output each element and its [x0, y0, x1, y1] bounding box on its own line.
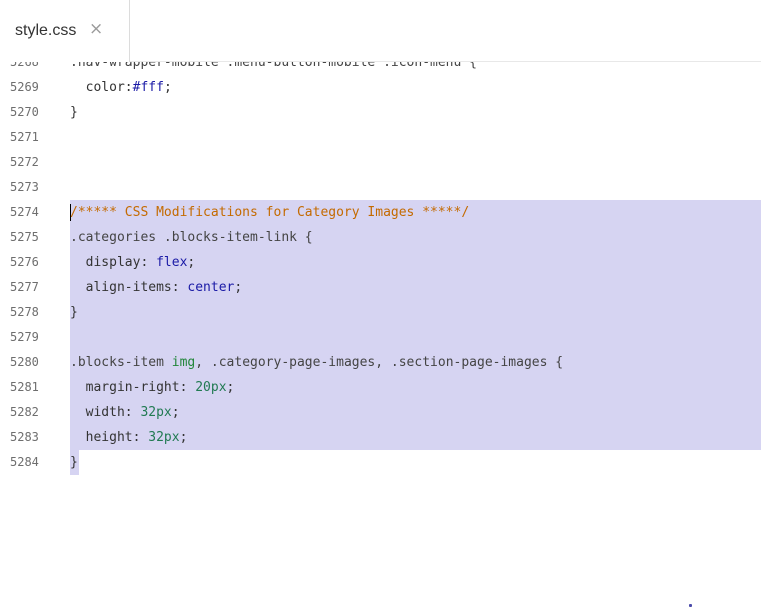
- line-number: 5268: [10, 62, 39, 69]
- code-line[interactable]: 5272: [0, 150, 761, 175]
- code-text[interactable]: margin-right: 20px;: [70, 375, 235, 400]
- line-number: 5269: [10, 80, 39, 94]
- code-line[interactable]: 5268 .nav-wrapper-mobile .menu-button-mob…: [0, 62, 761, 75]
- selection-highlight: [70, 300, 761, 325]
- code-token: #fff: [132, 80, 164, 95]
- code-text[interactable]: color:#fff;: [70, 75, 172, 100]
- code-token: .nav-wrapper-mobile .menu-button-mobile …: [70, 62, 477, 70]
- line-number: 5281: [10, 380, 39, 394]
- code-token: img: [171, 355, 196, 370]
- code-line[interactable]: 5283 height: 32px;: [0, 425, 761, 450]
- code-line[interactable]: 5276 display: flex;: [0, 250, 761, 275]
- code-text[interactable]: }: [70, 300, 78, 325]
- code-line[interactable]: 5273: [0, 175, 761, 200]
- code-line[interactable]: 5269 color:#fff;: [0, 75, 761, 100]
- line-number: 5284: [10, 455, 39, 469]
- code-token: , .category-page-images, .section-page-i…: [195, 355, 564, 370]
- code-token: 32px: [148, 430, 180, 445]
- code-text[interactable]: }: [70, 100, 78, 125]
- code-line[interactable]: 5279: [0, 325, 761, 350]
- close-icon[interactable]: ×: [89, 19, 103, 39]
- code-token: display:: [70, 255, 157, 270]
- code-token: ;: [179, 430, 188, 445]
- code-token: color:: [70, 80, 133, 95]
- code-token: }: [70, 305, 78, 320]
- text-cursor: [70, 204, 71, 221]
- line-number: 5272: [10, 155, 39, 169]
- line-number: 5280: [10, 355, 39, 369]
- code-text[interactable]: display: flex;: [70, 250, 196, 275]
- code-token: ;: [234, 280, 243, 295]
- line-number: 5274: [10, 205, 39, 219]
- code-line[interactable]: 5275 .categories .blocks-item-link {: [0, 225, 761, 250]
- code-token: center: [187, 280, 235, 295]
- line-number: 5270: [10, 105, 39, 119]
- code-line[interactable]: 5271: [0, 125, 761, 150]
- code-token: }: [70, 455, 78, 470]
- code-text[interactable]: }: [70, 450, 78, 475]
- code-text[interactable]: height: 32px;: [70, 425, 188, 450]
- code-line[interactable]: 5270}: [0, 100, 761, 125]
- code-token: height:: [70, 430, 149, 445]
- line-number: 5271: [10, 130, 39, 144]
- line-number: 5279: [10, 330, 39, 344]
- scroll-marker: [689, 604, 692, 607]
- line-number: 5278: [10, 305, 39, 319]
- code-line[interactable]: 5278}: [0, 300, 761, 325]
- line-number: 5282: [10, 405, 39, 419]
- code-line[interactable]: 5282 width: 32px;: [0, 400, 761, 425]
- code-token: ;: [226, 380, 235, 395]
- line-number: 5277: [10, 280, 39, 294]
- code-token: /***** CSS Modifications for Category Im…: [70, 205, 470, 220]
- tab-style-css[interactable]: style.css ×: [0, 0, 130, 62]
- tab-bar: style.css ×: [0, 0, 761, 62]
- code-text[interactable]: align-items: center;: [70, 275, 243, 300]
- tab-label[interactable]: style.css: [15, 22, 76, 40]
- line-number: 5273: [10, 180, 39, 194]
- code-text[interactable]: .nav-wrapper-mobile .menu-button-mobile …: [70, 62, 477, 75]
- code-line[interactable]: 5284}: [0, 450, 761, 475]
- line-number: 5276: [10, 255, 39, 269]
- code-token: ;: [163, 80, 172, 95]
- code-line[interactable]: 5281 margin-right: 20px;: [0, 375, 761, 400]
- selection-highlight: [70, 325, 761, 350]
- code-line[interactable]: 5277 align-items: center;: [0, 275, 761, 300]
- code-text[interactable]: width: 32px;: [70, 400, 180, 425]
- code-token: .blocks-item: [70, 355, 172, 370]
- code-token: align-items:: [70, 280, 188, 295]
- code-editor[interactable]: 5268 .nav-wrapper-mobile .menu-button-mob…: [0, 62, 761, 608]
- code-token: }: [70, 105, 78, 120]
- code-token: width:: [70, 405, 141, 420]
- code-line[interactable]: 5274 /***** CSS Modifications for Categor…: [0, 200, 761, 225]
- code-token: flex: [156, 255, 188, 270]
- line-number: 5275: [10, 230, 39, 244]
- code-token: 32px: [140, 405, 172, 420]
- code-token: ;: [171, 405, 180, 420]
- code-token: 20px: [195, 380, 227, 395]
- line-number: 5283: [10, 430, 39, 444]
- code-text[interactable]: /***** CSS Modifications for Category Im…: [70, 200, 469, 225]
- code-token: ;: [187, 255, 196, 270]
- code-token: margin-right:: [70, 380, 196, 395]
- code-token: .categories .blocks-item-link {: [70, 230, 313, 245]
- code-line[interactable]: 5280 .blocks-item img, .category-page-ima…: [0, 350, 761, 375]
- code-text[interactable]: .categories .blocks-item-link {: [70, 225, 313, 250]
- code-text[interactable]: .blocks-item img, .category-page-images,…: [70, 350, 563, 375]
